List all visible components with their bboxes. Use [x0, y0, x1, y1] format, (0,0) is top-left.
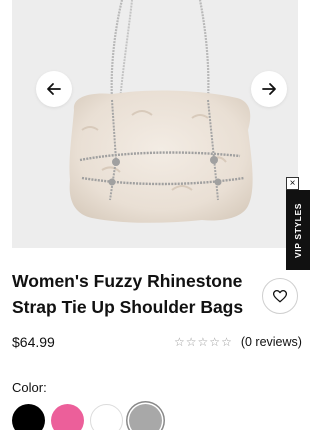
star-icon: ☆ — [197, 335, 209, 349]
rating-summary[interactable]: ☆ ☆ ☆ ☆ ☆ (0 reviews) — [174, 335, 302, 349]
vip-close-button[interactable]: × — [286, 177, 299, 190]
product-title: Women's Fuzzy Rhinestone Strap Tie Up Sh… — [12, 271, 244, 317]
arrow-left-icon — [47, 83, 61, 95]
heart-icon — [273, 289, 287, 302]
color-swatch-black[interactable] — [12, 404, 45, 430]
star-icon: ☆ — [209, 335, 221, 349]
color-swatch-white[interactable] — [90, 404, 123, 430]
star-icon: ☆ — [221, 335, 232, 349]
color-swatches — [12, 404, 162, 430]
product-price: $64.99 — [12, 334, 55, 350]
color-swatch-silver[interactable] — [129, 404, 162, 430]
vip-styles-label: VIP STYLES — [293, 202, 303, 258]
gallery-next-button[interactable] — [251, 71, 287, 107]
star-icon: ☆ — [174, 335, 185, 349]
product-image-gallery[interactable] — [12, 0, 298, 248]
vip-styles-tab[interactable]: VIP STYLES — [286, 190, 310, 270]
favorite-button[interactable] — [262, 278, 298, 314]
product-image — [69, 0, 253, 223]
gallery-prev-button[interactable] — [36, 71, 72, 107]
close-icon: × — [289, 177, 296, 189]
color-label: Color: — [12, 380, 47, 395]
reviews-count: (0 reviews) — [240, 335, 302, 349]
star-icon: ☆ — [185, 335, 197, 349]
color-swatch-pink[interactable] — [51, 404, 84, 430]
arrow-right-icon — [262, 83, 276, 95]
